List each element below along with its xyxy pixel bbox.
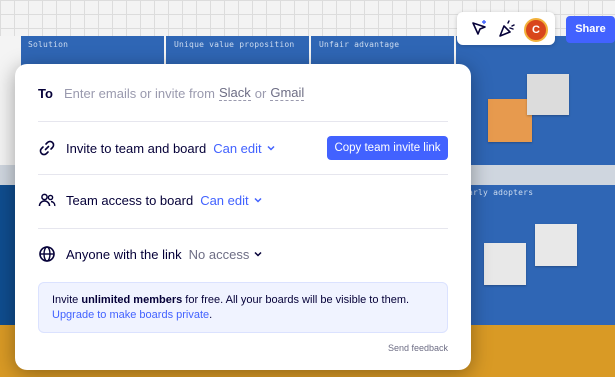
divider bbox=[38, 174, 448, 175]
link-permission-dropdown[interactable]: No access bbox=[189, 247, 263, 262]
sticky-note[interactable] bbox=[527, 74, 569, 115]
team-access-row: Team access to board Can edit bbox=[38, 189, 448, 211]
upgrade-link[interactable]: Upgrade to make boards private bbox=[52, 308, 209, 323]
upgrade-banner: Invite unlimited members for free. All y… bbox=[38, 282, 448, 333]
divider bbox=[38, 121, 448, 122]
team-permission-dropdown[interactable]: Can edit bbox=[200, 192, 262, 208]
collaboration-toolbar: C bbox=[457, 12, 555, 45]
column-label-uvp: Unique value proposition bbox=[174, 40, 295, 49]
team-icon bbox=[38, 193, 56, 207]
globe-icon bbox=[39, 246, 55, 262]
invite-team-board-label: Invite to team and board bbox=[66, 140, 207, 156]
column-label-unfair-advantage: Unfair advantage bbox=[319, 40, 400, 49]
invite-team-board-row: Invite to team and board Can edit Copy t… bbox=[38, 134, 448, 162]
chevron-down-icon bbox=[254, 251, 262, 257]
send-feedback-link[interactable]: Send feedback bbox=[388, 343, 448, 353]
user-avatar[interactable]: C bbox=[524, 18, 548, 42]
invite-email-placeholder: Enter emails or invite from bbox=[64, 85, 215, 101]
divider bbox=[38, 228, 448, 229]
banner-bold: unlimited members bbox=[81, 294, 183, 306]
link-access-label: Anyone with the link bbox=[66, 246, 182, 262]
banner-link-suffix: . bbox=[209, 309, 213, 321]
gmail-link[interactable]: Gmail bbox=[270, 85, 305, 101]
link-permission-value: No access bbox=[188, 246, 250, 262]
or-text: or bbox=[254, 85, 267, 101]
chevron-down-icon bbox=[254, 197, 262, 203]
banner-suffix: for free. All your boards will be visibl… bbox=[185, 294, 410, 306]
banner-prefix: Invite bbox=[52, 294, 79, 306]
column-label-solution: Solution bbox=[28, 40, 69, 49]
sticky-note[interactable] bbox=[484, 243, 526, 285]
team-permission-value: Can edit bbox=[200, 192, 249, 208]
to-label: To bbox=[38, 85, 53, 101]
cursor-reaction-icon[interactable] bbox=[470, 20, 488, 38]
invite-permission-dropdown[interactable]: Can edit bbox=[213, 140, 275, 156]
chevron-down-icon bbox=[267, 145, 275, 151]
celebrate-icon[interactable] bbox=[498, 20, 516, 38]
banner-link-line: Upgrade to make boards private. bbox=[52, 308, 434, 323]
link-access-row: Anyone with the link No access bbox=[38, 243, 448, 265]
sticky-note[interactable] bbox=[535, 224, 577, 266]
column-label-early-adopters: arly adopters bbox=[468, 188, 534, 197]
invite-email-row: To Enter emails or invite from Slack or … bbox=[38, 82, 448, 104]
copy-team-invite-link-button[interactable]: Copy team invite link bbox=[327, 136, 448, 160]
invite-permission-value: Can edit bbox=[213, 140, 262, 156]
share-button[interactable]: Share bbox=[566, 16, 615, 43]
team-access-label: Team access to board bbox=[66, 192, 194, 208]
sticky-note[interactable] bbox=[488, 99, 532, 142]
share-dialog: To Enter emails or invite from Slack or … bbox=[15, 64, 471, 370]
link-icon bbox=[39, 140, 55, 156]
invite-email-input[interactable]: Enter emails or invite from Slack or Gma… bbox=[64, 85, 305, 101]
banner-text: Invite unlimited members for free. All y… bbox=[52, 293, 434, 308]
slack-link[interactable]: Slack bbox=[219, 85, 251, 101]
